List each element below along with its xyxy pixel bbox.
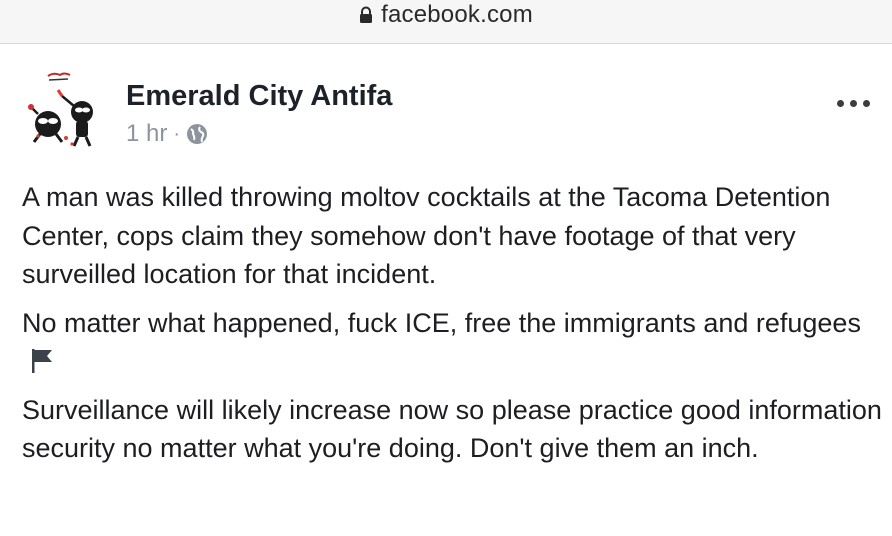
post-paragraph: A man was killed throwing moltov cocktai… <box>22 182 831 289</box>
avatar[interactable] <box>18 66 110 158</box>
url-text: facebook.com <box>381 0 533 28</box>
meta-separator: · <box>173 122 181 145</box>
author-name[interactable]: Emerald City Antifa <box>126 80 392 113</box>
lock-icon <box>359 6 373 24</box>
post-time[interactable]: 1 hr <box>126 120 167 148</box>
globe-icon <box>186 123 208 145</box>
post-paragraph: No matter what happened, fuck ICE, free … <box>22 304 882 381</box>
post-meta: 1 hr · <box>126 120 208 148</box>
black-flag-icon <box>28 346 56 374</box>
facebook-post: Emerald City Antifa 1 hr · A man was kil… <box>0 44 892 536</box>
post-body: A man was killed throwing moltov cocktai… <box>22 178 882 478</box>
url-display[interactable]: facebook.com <box>359 1 533 29</box>
browser-url-bar[interactable]: facebook.com <box>0 0 892 44</box>
antifa-logo <box>28 72 93 147</box>
more-options-button[interactable] <box>837 100 870 107</box>
more-dots-icon <box>837 100 844 107</box>
post-paragraph: Surveillance will likely increase now so… <box>22 394 882 464</box>
